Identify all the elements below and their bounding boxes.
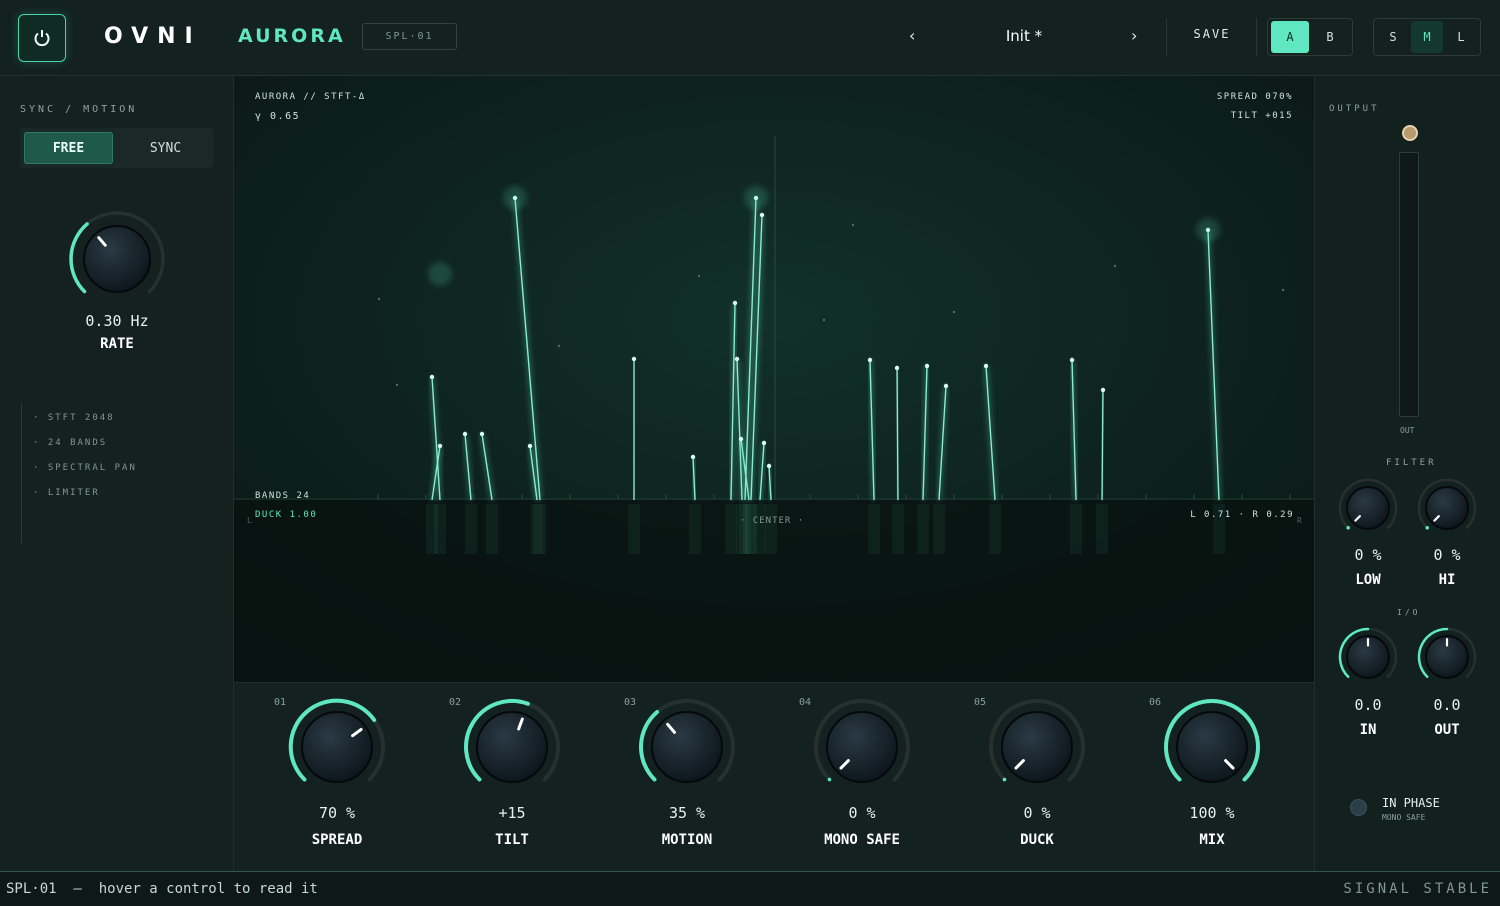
knob-number: 04 [799, 697, 812, 708]
size-s-button[interactable]: S [1377, 21, 1409, 53]
input-gain-knob[interactable] [1337, 626, 1399, 688]
mix-label: MIX [1199, 832, 1225, 848]
size-m-button[interactable]: M [1411, 21, 1443, 53]
status-message: SPL·01 — hover a control to read it [6, 881, 318, 897]
mode-sync-button[interactable]: SYNC [121, 132, 210, 164]
plugin-window: OVNI AURORA SPL·01 ‹ Init * › SAVE A B S… [0, 0, 1500, 906]
rate-value: 0.30 Hz [85, 312, 149, 330]
hi-label: HI [1438, 572, 1456, 588]
duck-readout: DUCK 1.00 [255, 510, 318, 520]
slot-b-button[interactable]: B [1311, 21, 1349, 53]
preset-name[interactable]: Init * [960, 27, 1088, 45]
main-controls: 01 70 % SPREAD 02 +15 TILT 03 35 % MOTIO… [234, 682, 1314, 871]
spread-value: 70 % [318, 804, 356, 822]
edge-right-label: R [1297, 516, 1304, 525]
mix-value: 100 % [1189, 804, 1235, 822]
in-label: IN [1359, 722, 1377, 738]
out-value: 0.0 [1433, 696, 1461, 714]
top-bar: OVNI AURORA SPL·01 ‹ Init * › SAVE A B S… [0, 0, 1500, 76]
motion-value: 35 % [668, 804, 706, 822]
edge-left-label: L [247, 516, 254, 525]
power-button[interactable] [18, 14, 66, 62]
mono-safe-label: MONO SAFE [824, 832, 900, 848]
tilt-value: +15 [498, 804, 526, 822]
knob-number: 05 [974, 697, 987, 708]
motion-knob[interactable] [636, 696, 738, 798]
slot-a-button[interactable]: A [1271, 21, 1309, 53]
filter-title: FILTER [1386, 458, 1437, 468]
display-title: AURORA // STFT-Δ [255, 92, 366, 102]
prev-preset-button[interactable]: ‹ [909, 26, 915, 45]
hi-filter-knob[interactable] [1416, 477, 1478, 539]
left-panel: SYNC / MOTION FREE SYNC 0.30 Hz RATE · S… [0, 76, 234, 871]
rate-knob[interactable] [66, 208, 168, 310]
output-title: OUTPUT [1329, 104, 1380, 114]
hi-value: 0 % [1433, 546, 1461, 564]
info-item: · STFT 2048 [33, 413, 115, 423]
low-value: 0 % [1354, 546, 1382, 564]
info-item: · LIMITER [33, 488, 100, 498]
rate-label: RATE [100, 336, 134, 352]
size-l-button[interactable]: L [1445, 21, 1477, 53]
spread-knob[interactable] [286, 696, 388, 798]
gamma-readout: γ 0.65 [255, 111, 301, 122]
output-meter [1399, 152, 1419, 417]
balance-readout: L 0.71 · R 0.29 [1190, 510, 1294, 520]
product-name: AURORA [238, 25, 346, 47]
section-title: SYNC / MOTION [20, 104, 138, 115]
duck-label: DUCK [1020, 832, 1054, 848]
meter-out-label: OUT [1400, 426, 1415, 435]
duck-knob[interactable] [986, 696, 1088, 798]
spectrum-display: AURORA // STFT-Δ γ 0.65 SPREAD 070% TILT… [234, 76, 1314, 682]
knob-number: 01 [274, 697, 287, 708]
phase-sublabel: MONO SAFE [1382, 813, 1426, 822]
info-item: · 24 BANDS [33, 438, 108, 448]
mode-selector: FREE SYNC [20, 128, 214, 168]
output-gain-knob[interactable] [1416, 626, 1478, 688]
knob-number: 06 [1149, 697, 1162, 708]
low-label: LOW [1355, 572, 1381, 588]
spread-label: SPREAD [311, 832, 363, 848]
right-panel: OUTPUT OUT FILTER 0 % 0 % LOW HI I/O 0.0… [1314, 76, 1500, 871]
status-indicator: SIGNAL STABLE [1343, 881, 1492, 897]
phase-label: IN PHASE [1382, 796, 1440, 810]
mono-safe-value: 0 % [848, 804, 876, 822]
divider [1256, 18, 1257, 56]
knob-number: 03 [624, 697, 637, 708]
low-filter-knob[interactable] [1337, 477, 1399, 539]
info-divider [21, 403, 22, 543]
motion-label: MOTION [661, 832, 713, 848]
size-selector: S M L [1373, 18, 1481, 56]
info-item: · SPECTRAL PAN [33, 463, 137, 473]
save-button[interactable]: SAVE [1183, 27, 1241, 41]
mono-safe-knob[interactable] [811, 696, 913, 798]
tilt-readout: TILT +015 [1230, 111, 1293, 121]
knob-number: 02 [449, 697, 462, 708]
center-label: · CENTER · [740, 516, 805, 526]
mix-knob[interactable] [1161, 696, 1263, 798]
duck-value: 0 % [1023, 804, 1051, 822]
next-preset-button[interactable]: › [1131, 26, 1137, 45]
out-label: OUT [1434, 722, 1460, 738]
spectrum-graph [234, 76, 1314, 682]
bands-readout: BANDS 24 [255, 491, 311, 501]
ab-compare: A B [1267, 18, 1353, 56]
brand-logo: OVNI [104, 24, 202, 49]
divider [1166, 18, 1167, 56]
spread-readout: SPREAD 070% [1216, 92, 1293, 102]
mode-free-button[interactable]: FREE [24, 132, 113, 164]
io-title: I/O [1397, 608, 1421, 617]
tilt-knob[interactable] [461, 696, 563, 798]
tilt-label: TILT [495, 832, 529, 848]
version-tag: SPL·01 [362, 23, 457, 50]
power-icon [34, 30, 50, 47]
phase-toggle[interactable] [1350, 799, 1367, 816]
output-led [1402, 125, 1418, 141]
in-value: 0.0 [1354, 696, 1382, 714]
